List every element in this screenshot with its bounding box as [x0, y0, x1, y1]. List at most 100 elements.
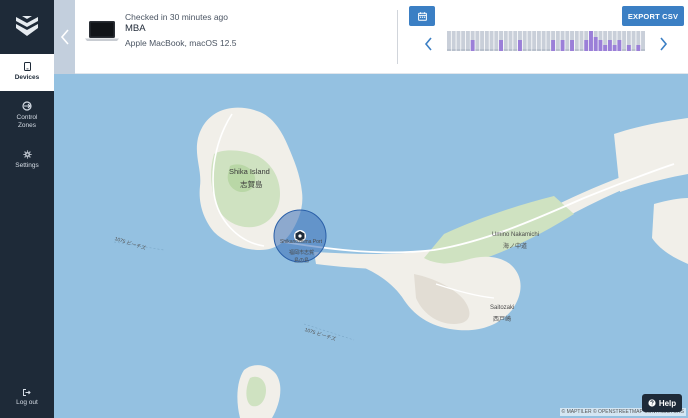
timeline-slot[interactable]: [546, 31, 551, 51]
back-button[interactable]: [54, 0, 75, 74]
calendar-button[interactable]: [409, 6, 435, 26]
activity-timeline[interactable]: [447, 31, 645, 51]
timeline-activity-bar: [551, 40, 556, 51]
map-label-saitozaki-jp: 西戸崎: [493, 317, 512, 323]
timeline-activity-bar: [631, 49, 636, 51]
timeline-slot[interactable]: [555, 31, 560, 51]
help-label: Help: [658, 398, 677, 408]
timeline-activity-bar: [532, 49, 537, 51]
map-label-saitozaki: Saitozaki: [490, 305, 515, 311]
zones-icon: [22, 101, 32, 111]
timeline-activity-bar: [546, 49, 551, 51]
checked-in-status: Checked in 30 minutes ago: [125, 12, 229, 22]
timeline-slot[interactable]: [480, 31, 485, 51]
timeline-activity-bar: [508, 49, 513, 51]
timeline-activity-bar: [636, 45, 641, 51]
timeline-activity-bar: [589, 31, 593, 51]
chevron-left-icon: [60, 29, 69, 45]
question-circle-icon: [648, 399, 656, 407]
sidebar: Devices Control Zones Settings Log out: [0, 0, 54, 418]
calendar-icon: [417, 11, 427, 21]
timeline-activity-bar: [617, 40, 622, 51]
sidebar-item-settings[interactable]: Settings: [0, 146, 54, 176]
timeline-activity-bar: [489, 49, 494, 51]
logout-button[interactable]: Log out: [0, 389, 54, 413]
map-canvas: [54, 74, 688, 418]
map-label-marker: Shikanoshima Port: [280, 239, 322, 245]
timeline-activity-bar: [522, 49, 527, 51]
timeline-activity-bar: [555, 49, 560, 51]
sidebar-item-label: Control Zones: [16, 114, 38, 129]
timeline-slot[interactable]: [489, 31, 494, 51]
timeline-slot[interactable]: [513, 31, 518, 51]
timeline-activity-bar: [612, 45, 617, 51]
timeline-slot[interactable]: [579, 31, 584, 51]
timeline-activity-bar: [494, 49, 499, 51]
gear-icon: [22, 150, 32, 159]
timeline-slot[interactable]: [532, 31, 537, 51]
timeline-slot[interactable]: [536, 31, 541, 51]
timeline-slot[interactable]: [574, 31, 579, 51]
timeline-activity-bar: [536, 49, 541, 51]
timeline-prev-icon[interactable]: [423, 37, 435, 51]
timeline-slot[interactable]: [503, 31, 508, 51]
timeline-activity-bar: [480, 49, 485, 51]
map-label-marker-jp2: 島の島: [294, 258, 310, 264]
timeline-activity-bar: [465, 49, 470, 51]
timeline-activity-bar: [626, 45, 631, 51]
map-label-shika-island: Shika Island: [229, 167, 270, 176]
timeline-next-icon[interactable]: [657, 37, 669, 51]
timeline-activity-bar: [518, 40, 522, 51]
timeline-activity-bar: [456, 49, 461, 51]
sidebar-item-control-zones[interactable]: Control Zones: [0, 96, 54, 136]
header-divider: [397, 10, 398, 64]
timeline-slot[interactable]: [447, 31, 451, 51]
timeline-activity-bar: [622, 49, 627, 51]
map-label-umino: Umino Nakamichi: [492, 232, 540, 238]
timeline-slot[interactable]: [451, 31, 456, 51]
timeline-activity-bar: [565, 49, 570, 51]
timeline-slot[interactable]: [631, 31, 636, 51]
timeline-activity-bar: [570, 40, 574, 51]
shield-logo-icon: [16, 16, 38, 36]
timeline-activity-bar: [461, 49, 466, 51]
location-map[interactable]: Shika Island 志賀島 Shikanoshima Port 福岡市志賀…: [54, 74, 688, 418]
timeline-slot[interactable]: [465, 31, 470, 51]
logout-label: Log out: [16, 399, 38, 406]
timeline-slot[interactable]: [461, 31, 466, 51]
timeline-slot[interactable]: [541, 31, 546, 51]
export-csv-button[interactable]: EXPORT CSV: [622, 6, 684, 26]
timeline-slot[interactable]: [508, 31, 513, 51]
timeline-slot[interactable]: [622, 31, 627, 51]
timeline-activity-bar: [579, 49, 584, 51]
timeline-activity-bar: [641, 49, 645, 51]
timeline-activity-bar: [607, 40, 612, 51]
timeline-slot[interactable]: [494, 31, 499, 51]
device-header: Checked in 30 minutes ago MBA Apple MacB…: [54, 0, 688, 74]
timeline-activity-bar: [584, 40, 589, 51]
timeline-activity-bar: [513, 49, 518, 51]
map-label-marker-jp1: 福岡市志賀: [289, 250, 315, 256]
map-label-umino-jp: 海ノ中道: [503, 244, 528, 250]
timeline-slot[interactable]: [527, 31, 532, 51]
timeline-slot[interactable]: [484, 31, 489, 51]
timeline-activity-bar: [484, 49, 489, 51]
timeline-activity-bar: [451, 49, 456, 51]
timeline-slot[interactable]: [522, 31, 527, 51]
laptop-icon: [85, 21, 119, 41]
help-button[interactable]: Help: [642, 394, 682, 412]
sidebar-item-label: Devices: [14, 74, 40, 81]
timeline-activity-bar: [593, 37, 598, 51]
timeline-activity-bar: [503, 49, 508, 51]
timeline-slot[interactable]: [565, 31, 570, 51]
sidebar-item-devices[interactable]: Devices: [0, 54, 54, 91]
logout-icon: [23, 389, 31, 396]
sidebar-item-label: Settings: [15, 162, 39, 169]
timeline-slot[interactable]: [475, 31, 480, 51]
timeline-activity-bar: [447, 49, 451, 51]
device-name: MBA: [125, 23, 146, 34]
app-logo[interactable]: [0, 0, 54, 52]
timeline-slot[interactable]: [641, 31, 645, 51]
timeline-activity-bar: [541, 49, 546, 51]
timeline-slot[interactable]: [456, 31, 461, 51]
